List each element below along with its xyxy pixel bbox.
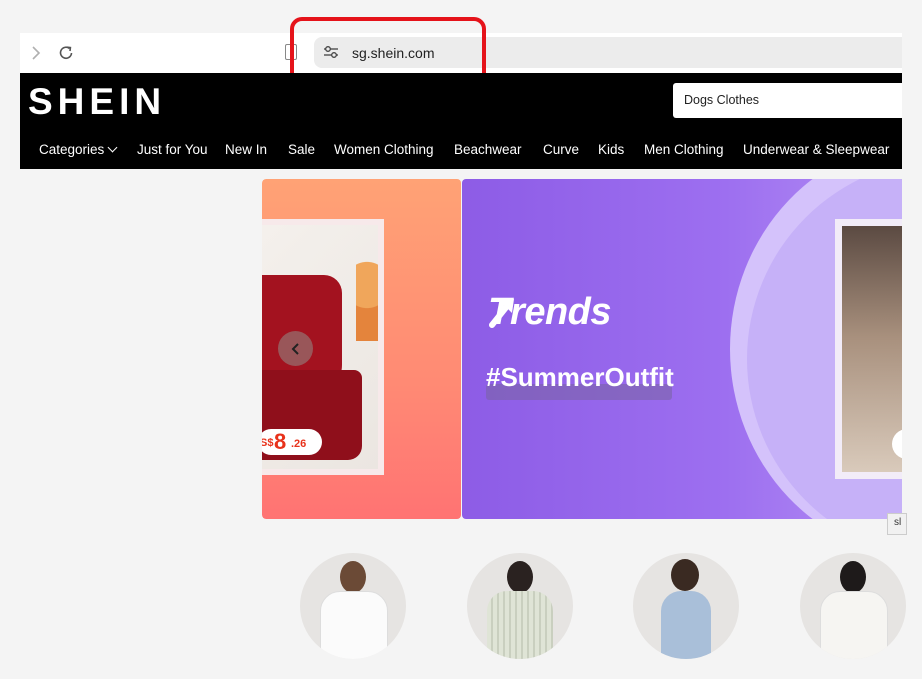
nav-item-underwear-sleepwear[interactable]: Underwear & Sleepwear <box>743 142 889 157</box>
trends-headline: Trends <box>488 291 612 333</box>
tooltip-text: sl <box>894 517 902 528</box>
nav-item-categories[interactable]: Categories <box>39 142 118 157</box>
model-head <box>840 561 866 593</box>
price-integer: 8 <box>274 429 287 454</box>
nav-item-kids[interactable]: Kids <box>598 142 624 157</box>
promo-carousel[interactable]: S$ 8 .26 Trends #SummerOutfit <box>262 179 902 519</box>
chevron-down-icon <box>107 142 118 153</box>
sleepwear-slide[interactable]: S$ 8 .26 <box>262 179 461 519</box>
category-circle-curve[interactable] <box>467 553 573 659</box>
flowers-decor <box>356 261 378 341</box>
carousel-prev-button[interactable] <box>278 331 313 366</box>
tooltip: sl <box>887 513 907 535</box>
chevron-left-icon <box>291 342 299 355</box>
search-input-value: Dogs Clothes <box>684 93 760 107</box>
model-head <box>340 561 366 593</box>
white-shirt-shape <box>820 591 888 659</box>
forward-button[interactable] <box>24 41 48 65</box>
blue-dress-shape <box>661 591 711 659</box>
model-product-image[interactable] <box>842 226 902 472</box>
nav-item-men-clothing[interactable]: Men Clothing <box>644 142 724 157</box>
hashtag-text: #SummerOutfit <box>486 362 674 392</box>
nav-item-beachwear[interactable]: Beachwear <box>454 142 522 157</box>
nav-item-just-for-you[interactable]: Just for You <box>137 142 208 157</box>
reload-button[interactable] <box>54 41 78 65</box>
nav-item-label: Categories <box>39 142 105 157</box>
trends-slide[interactable]: Trends #SummerOutfit <box>462 179 902 519</box>
price-badge: S$ 8 .26 <box>262 429 322 455</box>
nav-item-sale[interactable]: Sale <box>288 142 315 157</box>
nav-item-curve[interactable]: Curve <box>543 142 579 157</box>
search-input[interactable]: Dogs Clothes <box>673 83 902 118</box>
shein-logo[interactable]: SHEIN <box>28 81 166 123</box>
category-circle-women-tops[interactable] <box>300 553 406 659</box>
white-tshirt-shape <box>320 591 388 659</box>
category-nav: Categories Just for You New In Sale Wome… <box>20 138 902 162</box>
price-currency: S$ <box>262 437 274 449</box>
striped-set-shape <box>487 591 553 659</box>
category-circle-men[interactable] <box>800 553 906 659</box>
reload-icon <box>59 46 73 59</box>
price-decimal: .26 <box>291 438 307 450</box>
category-circle-kids[interactable] <box>633 553 739 659</box>
model-head <box>671 559 699 591</box>
nav-item-new-in[interactable]: New In <box>225 142 267 157</box>
chevron-right-icon <box>32 46 41 60</box>
model-head <box>507 561 533 593</box>
site-header: SHEIN Dogs Clothes Categories Just for Y… <box>20 73 902 169</box>
nav-item-women-clothing[interactable]: Women Clothing <box>334 142 434 157</box>
